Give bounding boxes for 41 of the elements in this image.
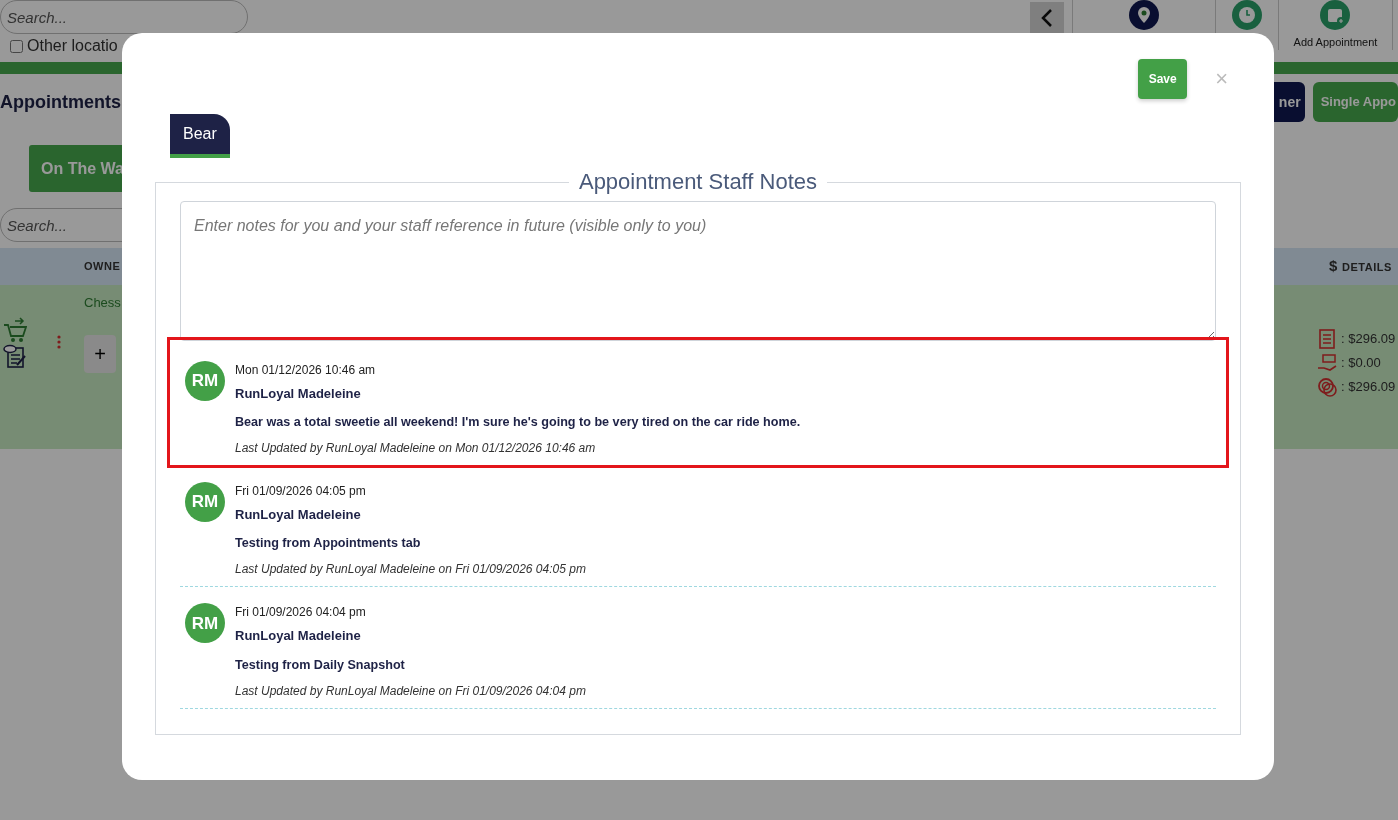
avatar: RM [185,603,225,644]
add-appointment-button[interactable]: Add Appointment [1293,0,1378,51]
calendar-plus-icon [1320,0,1351,30]
note-text: Testing from Appointments tab [235,535,422,553]
checkbox[interactable] [10,39,23,53]
coins-icon [1317,377,1337,397]
invoice-icon [1317,329,1337,349]
avatar: RM [185,360,225,401]
checkbox-label: Other locatio [27,36,118,56]
avatar: RM [185,482,225,522]
map-pin-icon [1129,0,1159,30]
note-date: Mon 01/12/2026 10:46 am [235,361,377,379]
notes-field[interactable]: Enter notes for you and your staff reference in future (visible only to you) [180,200,1216,341]
note-date: Fri 01/09/2026 04:04 pm [235,604,367,622]
cart-icon [3,317,27,343]
note-author: RunLoyal Madeleine [235,506,362,524]
chevron-left-icon [1041,8,1053,28]
note-updated: Last Updated by RunLoyal Madeleine on Fri 01/09/2026 04:04 pm [235,682,586,700]
owner-name: Chess [84,294,121,312]
amount: : $296.09 [1341,330,1396,349]
back-button[interactable] [1030,2,1064,34]
section-title: Appointment Staff Notes [577,168,819,196]
note-date: Fri 01/09/2026 04:05 pm [235,483,367,500]
note-text: Bear was a total sweetie all weekend! I'm sure he's going to be very tired on the car ride home. [235,414,801,432]
note-text: Testing from Daily Snapshot [235,656,406,674]
page-title: Appointments [0,90,121,114]
note-updated: Last Updated by RunLoyal Madeleine on Fri 01/09/2026 04:05 pm [235,561,586,579]
kebab-menu-icon [57,335,61,349]
add-button[interactable]: + [84,334,116,373]
column-header: OWNE [84,259,121,275]
column-header: $ DETAILS [1329,256,1392,277]
search-field[interactable]: Search... [0,0,248,34]
clock-icon [1232,0,1262,30]
pet-tab[interactable]: Bear [170,114,230,158]
amount: : $0.00 [1341,354,1381,373]
amount: : $296.09 [1341,378,1396,397]
notes-icon [3,343,27,369]
note-updated: Last Updated by RunLoyal Madeleine on Mon 01/12/2026 10:46 am [235,440,597,457]
save-button[interactable]: Save [1138,59,1188,99]
note-author: RunLoyal Madeleine [235,384,362,403]
note-author: RunLoyal Madeleine [235,627,362,646]
